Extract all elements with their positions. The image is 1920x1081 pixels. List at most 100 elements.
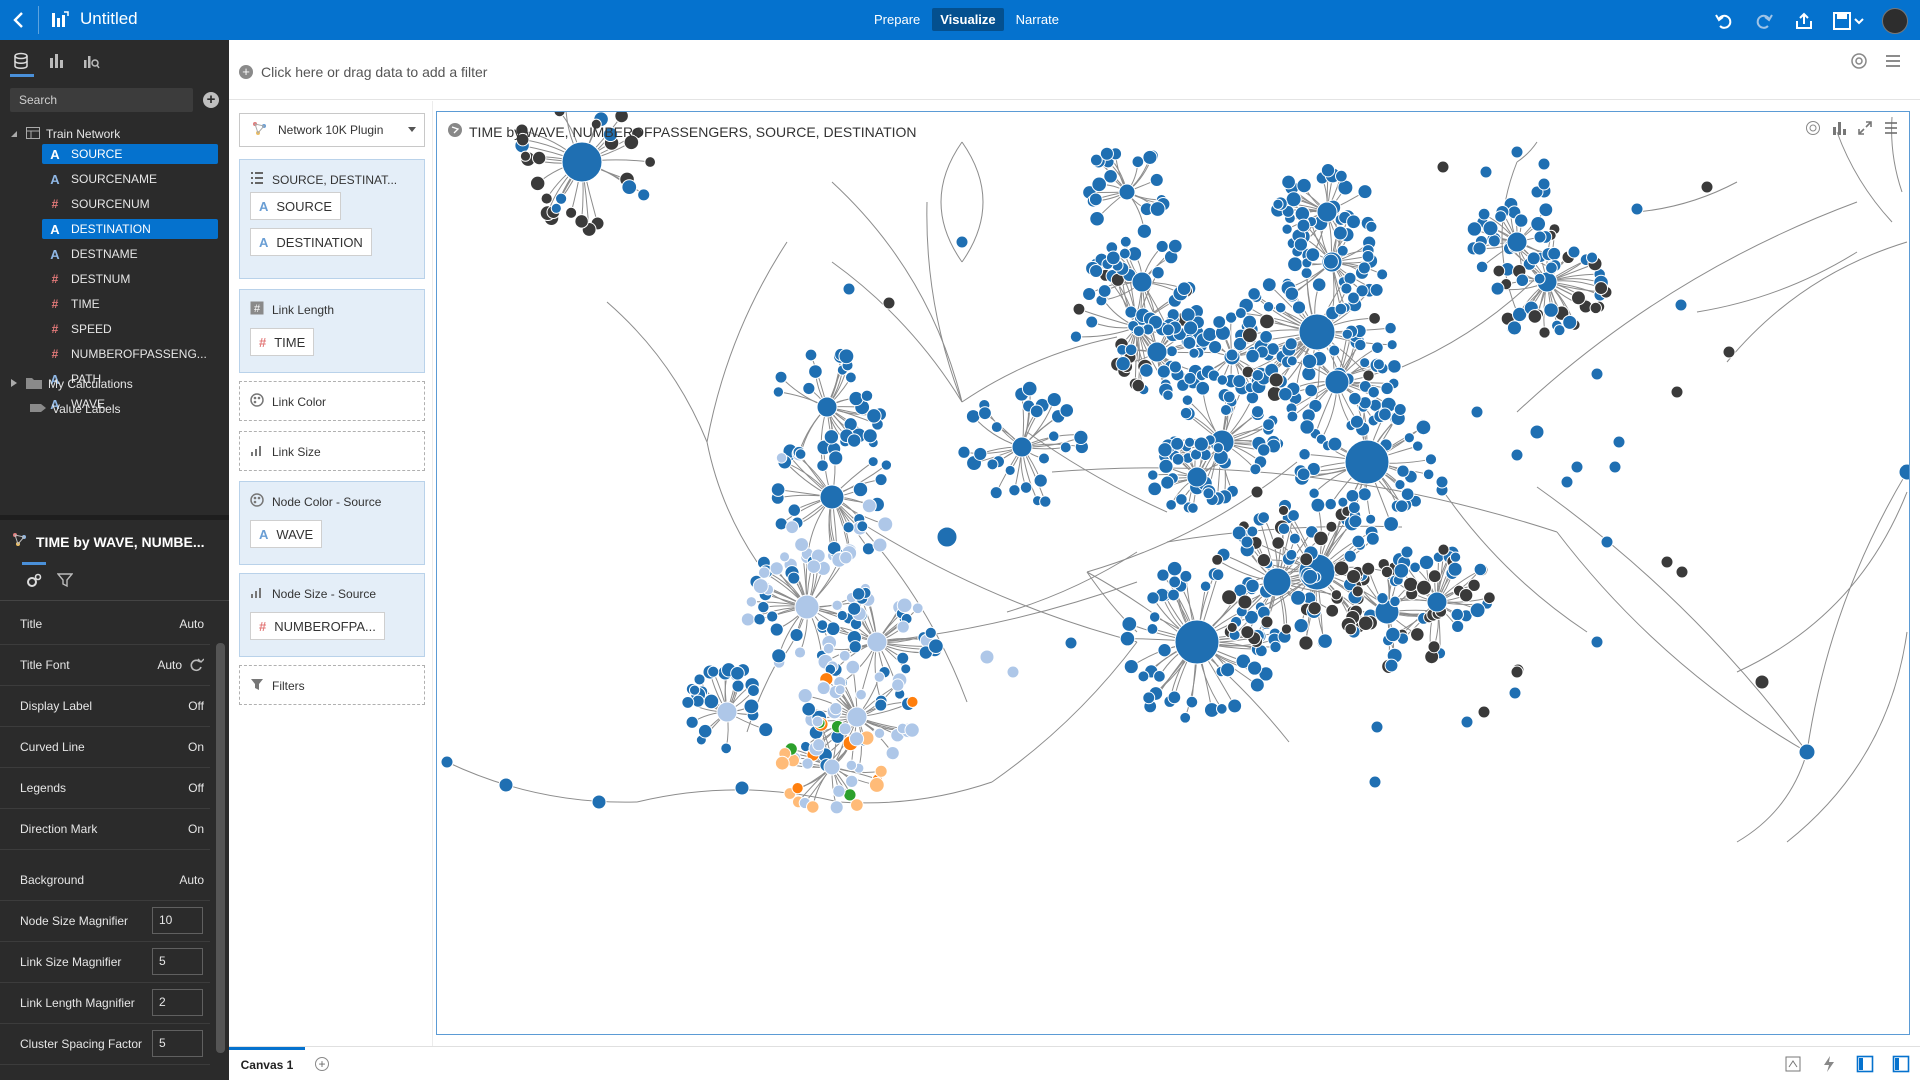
network-node[interactable] [1132, 272, 1152, 292]
network-node[interactable] [851, 799, 864, 812]
network-node[interactable] [780, 552, 790, 562]
network-node[interactable] [897, 598, 912, 613]
network-node[interactable] [847, 707, 867, 727]
network-node[interactable] [1180, 712, 1191, 723]
network-node[interactable] [794, 647, 805, 658]
property-value[interactable]: On [188, 822, 204, 836]
panel-splitter[interactable] [0, 515, 229, 520]
network-node[interactable] [1572, 291, 1586, 305]
network-node[interactable] [1272, 537, 1284, 549]
network-node[interactable] [1090, 211, 1105, 226]
network-node[interactable] [1250, 678, 1264, 692]
network-node[interactable] [1007, 666, 1019, 678]
back-arrow-icon[interactable] [8, 8, 30, 32]
properties-scrollbar[interactable] [216, 643, 225, 1053]
network-node[interactable] [1539, 327, 1550, 338]
network-node[interactable] [852, 588, 865, 601]
link-size-section[interactable]: Link Size [239, 431, 425, 471]
network-node[interactable] [1381, 566, 1392, 577]
network-node[interactable] [1448, 562, 1462, 576]
network-node[interactable] [1226, 349, 1238, 361]
network-node[interactable] [892, 679, 904, 691]
network-node[interactable] [1323, 254, 1338, 269]
network-node[interactable] [551, 203, 561, 213]
network-node[interactable] [1395, 479, 1405, 489]
network-node[interactable] [1609, 461, 1621, 473]
field-item[interactable]: #TIME [42, 294, 218, 314]
network-node[interactable] [1360, 358, 1370, 368]
search-box[interactable] [10, 88, 193, 112]
network-node[interactable] [795, 595, 819, 619]
network-node[interactable] [790, 628, 803, 641]
network-node[interactable] [771, 483, 785, 497]
network-node[interactable] [1161, 476, 1174, 489]
network-node[interactable] [1120, 631, 1135, 646]
network-node[interactable] [1012, 437, 1032, 457]
network-node[interactable] [732, 680, 744, 692]
network-node[interactable] [1412, 441, 1423, 452]
network-node[interactable] [1030, 405, 1043, 418]
network-node[interactable] [861, 390, 872, 401]
network-node[interactable] [1527, 252, 1540, 265]
property-row[interactable]: Link Length Magnifier2 [0, 983, 210, 1024]
maximize-icon[interactable] [1857, 120, 1873, 141]
network-node[interactable] [1213, 443, 1223, 453]
network-node[interactable] [1288, 257, 1303, 272]
lightning-icon[interactable] [1820, 1055, 1838, 1078]
network-node[interactable] [1262, 278, 1276, 292]
network-node[interactable] [881, 460, 891, 470]
network-node[interactable] [966, 410, 980, 424]
network-node[interactable] [1397, 465, 1409, 477]
network-node[interactable] [1358, 488, 1371, 501]
field-item[interactable]: #SPEED [42, 319, 218, 339]
network-node[interactable] [1212, 554, 1223, 565]
target-icon[interactable] [1805, 120, 1821, 141]
network-node[interactable] [1428, 641, 1440, 653]
dataset-node[interactable]: Train Network [10, 124, 220, 144]
network-node[interactable] [1369, 776, 1381, 788]
network-node[interactable] [1086, 316, 1098, 328]
network-node[interactable] [1613, 436, 1625, 448]
network-node[interactable] [905, 723, 919, 737]
network-node[interactable] [1591, 636, 1603, 648]
network-node[interactable] [1675, 299, 1687, 311]
network-node[interactable] [1899, 464, 1910, 480]
network-node[interactable] [883, 297, 895, 309]
network-node[interactable] [1060, 442, 1071, 453]
network-node[interactable] [1372, 342, 1384, 354]
network-node[interactable] [1333, 226, 1347, 240]
network-node[interactable] [1286, 192, 1301, 207]
network-node[interactable] [1366, 221, 1377, 232]
network-node[interactable] [979, 407, 992, 420]
network-node[interactable] [1531, 216, 1546, 231]
network-node[interactable] [717, 702, 737, 722]
network-node[interactable] [1335, 303, 1347, 315]
network-node[interactable] [786, 521, 799, 534]
network-node[interactable] [875, 765, 887, 777]
network-graph[interactable] [437, 112, 1910, 1035]
field-item[interactable]: ASOURCENAME [42, 169, 218, 189]
network-node[interactable] [809, 365, 823, 379]
network-node[interactable] [1335, 170, 1347, 182]
network-node[interactable] [1189, 348, 1199, 358]
network-node[interactable] [741, 613, 754, 626]
network-node[interactable] [1263, 302, 1273, 312]
network-node[interactable] [694, 674, 705, 685]
network-node[interactable] [846, 775, 858, 787]
network-node[interactable] [645, 157, 656, 168]
network-node[interactable] [1755, 675, 1769, 689]
network-node[interactable] [857, 521, 868, 532]
network-node[interactable] [1251, 406, 1263, 418]
network-node[interactable] [746, 597, 756, 607]
network-node[interactable] [1299, 449, 1310, 460]
network-node[interactable] [1273, 199, 1283, 209]
network-node[interactable] [886, 747, 899, 760]
field-item[interactable]: ADESTNAME [42, 244, 218, 264]
network-node[interactable] [1212, 569, 1224, 581]
network-node[interactable] [708, 666, 719, 677]
network-node[interactable] [1534, 273, 1545, 284]
network-node[interactable] [1167, 561, 1182, 576]
property-row[interactable]: TitleAuto [0, 604, 210, 645]
network-node[interactable] [1158, 644, 1171, 657]
network-node[interactable] [1180, 407, 1191, 418]
